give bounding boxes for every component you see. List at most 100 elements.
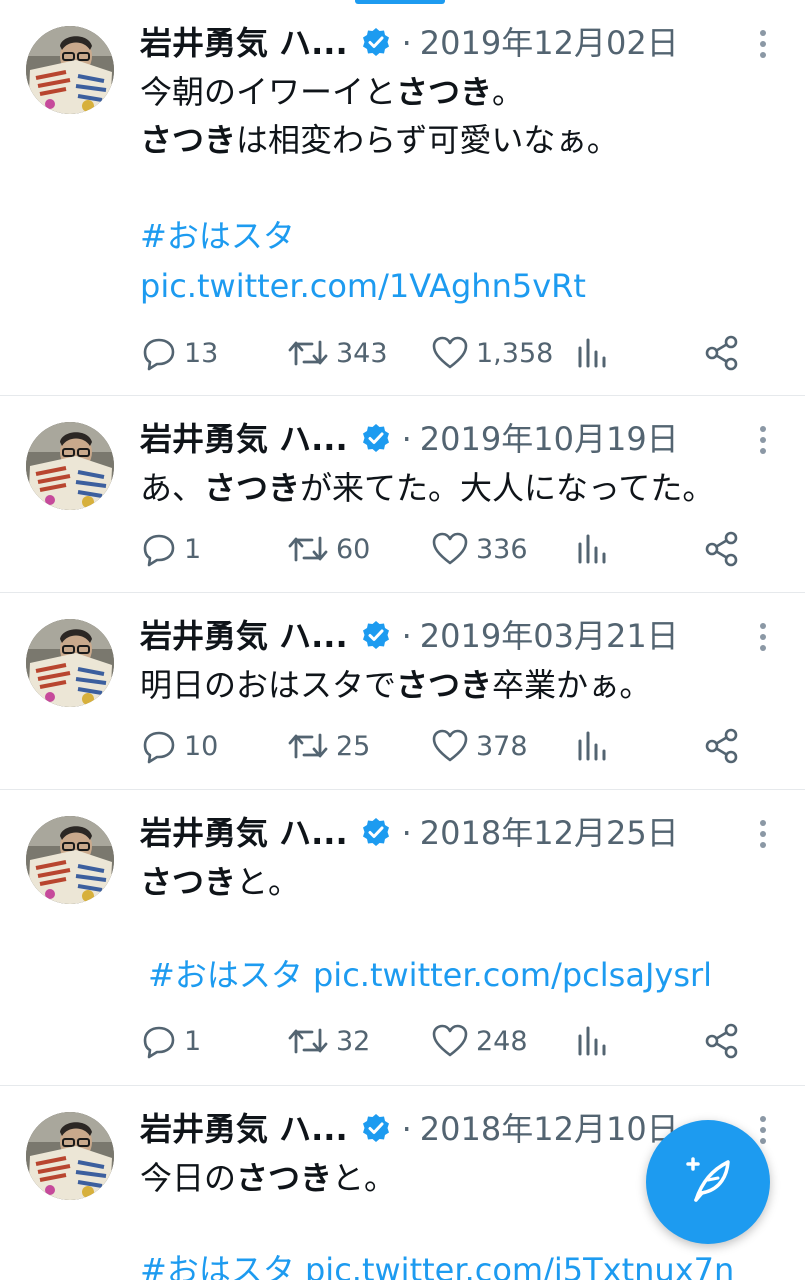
more-vertical-icon[interactable]	[759, 30, 767, 60]
tweet-date[interactable]: 2019年03月21日	[420, 617, 679, 655]
tweet[interactable]: 岩井勇気 ハ... · 2019年10月19日 あ、さつきが来てた。大人になってた。…	[0, 396, 805, 593]
compose-tweet-button[interactable]	[646, 1120, 770, 1244]
views-button[interactable]	[575, 724, 615, 768]
separator: ·	[401, 1110, 412, 1148]
views-icon	[575, 530, 615, 568]
like-count: 248	[476, 1025, 528, 1057]
separator: ·	[401, 617, 412, 655]
avatar[interactable]	[26, 816, 114, 904]
retweet-icon	[286, 727, 336, 765]
like-button[interactable]: 378	[430, 724, 528, 768]
more-vertical-icon[interactable]	[759, 623, 767, 653]
like-icon	[430, 530, 476, 568]
share-icon	[703, 334, 747, 372]
hashtag-link[interactable]: #おはスタ	[140, 212, 295, 260]
tweet-actions: 1 32 248	[140, 1019, 755, 1063]
like-button[interactable]: 248	[430, 1019, 528, 1063]
tweet-actions: 13 343 1,358	[140, 331, 755, 375]
tweet-header: 岩井勇気 ハ... · 2019年12月02日	[140, 20, 775, 66]
author-name[interactable]: 岩井勇気 ハ...	[140, 814, 348, 852]
like-button[interactable]: 336	[430, 527, 528, 571]
author-name[interactable]: 岩井勇気 ハ...	[140, 1110, 348, 1148]
views-icon	[575, 334, 615, 372]
reply-icon	[140, 1022, 184, 1060]
reply-count: 1	[184, 533, 202, 565]
like-count: 336	[476, 533, 528, 565]
reply-count: 13	[184, 337, 219, 369]
share-button[interactable]	[703, 331, 747, 375]
like-button[interactable]: 1,358	[430, 331, 553, 375]
tweet-date[interactable]: 2019年12月02日	[420, 24, 679, 62]
like-count: 378	[476, 730, 528, 762]
retweet-count: 343	[336, 337, 388, 369]
separator: ·	[401, 420, 412, 458]
tweet-text-line: さつきと。	[140, 863, 301, 901]
verified-badge-icon	[360, 24, 392, 70]
retweet-icon	[286, 1022, 336, 1060]
tweet-actions: 10 25 378	[140, 724, 755, 768]
avatar[interactable]	[26, 422, 114, 510]
tweet-text: さつきと。	[140, 858, 775, 906]
share-icon	[703, 1022, 747, 1060]
reply-button[interactable]: 1	[140, 1019, 201, 1063]
tweet[interactable]: 岩井勇気 ハ... · 2019年12月02日 今朝のイワーイとさつき。 さつきは相…	[0, 0, 805, 396]
reply-button[interactable]: 10	[140, 724, 218, 768]
tweet[interactable]: 岩井勇気 ハ... · 2018年12月25日 さつきと。 #おはスタ pic.tw…	[0, 790, 805, 1086]
reply-icon	[140, 530, 184, 568]
tweet-text-line: 今朝のイワーイとさつき。	[140, 73, 525, 111]
share-button[interactable]	[703, 527, 747, 571]
tweet-text-line: さつきは相変わらず可愛いなぁ。	[140, 121, 619, 159]
tweet-header: 岩井勇気 ハ... · 2018年12月25日	[140, 810, 775, 856]
tweet-date[interactable]: 2019年10月19日	[420, 420, 679, 458]
tweet-date[interactable]: 2018年12月10日	[420, 1110, 679, 1148]
reply-button[interactable]: 13	[140, 331, 218, 375]
avatar[interactable]	[26, 619, 114, 707]
separator: ·	[401, 814, 412, 852]
author-name[interactable]: 岩井勇気 ハ...	[140, 24, 348, 62]
views-button[interactable]	[575, 527, 615, 571]
more-vertical-icon[interactable]	[759, 1116, 767, 1146]
reply-count: 10	[184, 730, 219, 762]
reply-button[interactable]: 1	[140, 527, 201, 571]
like-icon	[430, 1022, 476, 1060]
views-icon	[575, 1022, 615, 1060]
retweet-button[interactable]: 60	[286, 527, 370, 571]
author-name[interactable]: 岩井勇気 ハ...	[140, 420, 348, 458]
reply-icon	[140, 727, 184, 765]
more-vertical-icon[interactable]	[759, 820, 767, 850]
more-vertical-icon[interactable]	[759, 426, 767, 456]
avatar[interactable]	[26, 1112, 114, 1200]
tweet-text-line: 明日のおはスタでさつき卒業かぁ。	[140, 666, 652, 704]
like-count: 1,358	[476, 337, 554, 369]
separator: ·	[401, 24, 412, 62]
reply-icon	[140, 334, 184, 372]
tweet[interactable]: 岩井勇気 ハ... · 2019年03月21日 明日のおはスタでさつき卒業かぁ。 1…	[0, 593, 805, 790]
author-name[interactable]: 岩井勇気 ハ...	[140, 617, 348, 655]
share-icon	[703, 530, 747, 568]
views-button[interactable]	[575, 1019, 615, 1063]
like-icon	[430, 334, 476, 372]
tweet-text: 明日のおはスタでさつき卒業かぁ。	[140, 661, 775, 709]
share-button[interactable]	[703, 1019, 747, 1063]
views-button[interactable]	[575, 331, 615, 375]
retweet-button[interactable]: 25	[286, 724, 370, 768]
tweet-text-line: あ、さつきが来てた。大人になってた。	[140, 469, 715, 507]
hashtag-media-link[interactable]: #おはスタ pic.twitter.com/i5Txtnux7n	[140, 1246, 734, 1280]
tweet-header: 岩井勇気 ハ... · 2019年10月19日	[140, 416, 775, 462]
tweet-date[interactable]: 2018年12月25日	[420, 814, 679, 852]
tweet-text: 今朝のイワーイとさつき。 さつきは相変わらず可愛いなぁ。	[140, 68, 775, 164]
retweet-button[interactable]: 32	[286, 1019, 370, 1063]
avatar[interactable]	[26, 26, 114, 114]
retweet-icon	[286, 530, 336, 568]
verified-badge-icon	[360, 814, 392, 860]
tweet-actions: 1 60 336	[140, 527, 755, 571]
share-icon	[703, 727, 747, 765]
retweet-icon	[286, 334, 336, 372]
views-icon	[575, 727, 615, 765]
compose-tweet-icon	[678, 1150, 738, 1214]
hashtag-media-link[interactable]: #おはスタ pic.twitter.com/pclsaJysrl	[148, 951, 712, 999]
retweet-count: 25	[336, 730, 371, 762]
share-button[interactable]	[703, 724, 747, 768]
media-link[interactable]: pic.twitter.com/1VAghn5vRt	[140, 262, 586, 310]
retweet-button[interactable]: 343	[286, 331, 388, 375]
